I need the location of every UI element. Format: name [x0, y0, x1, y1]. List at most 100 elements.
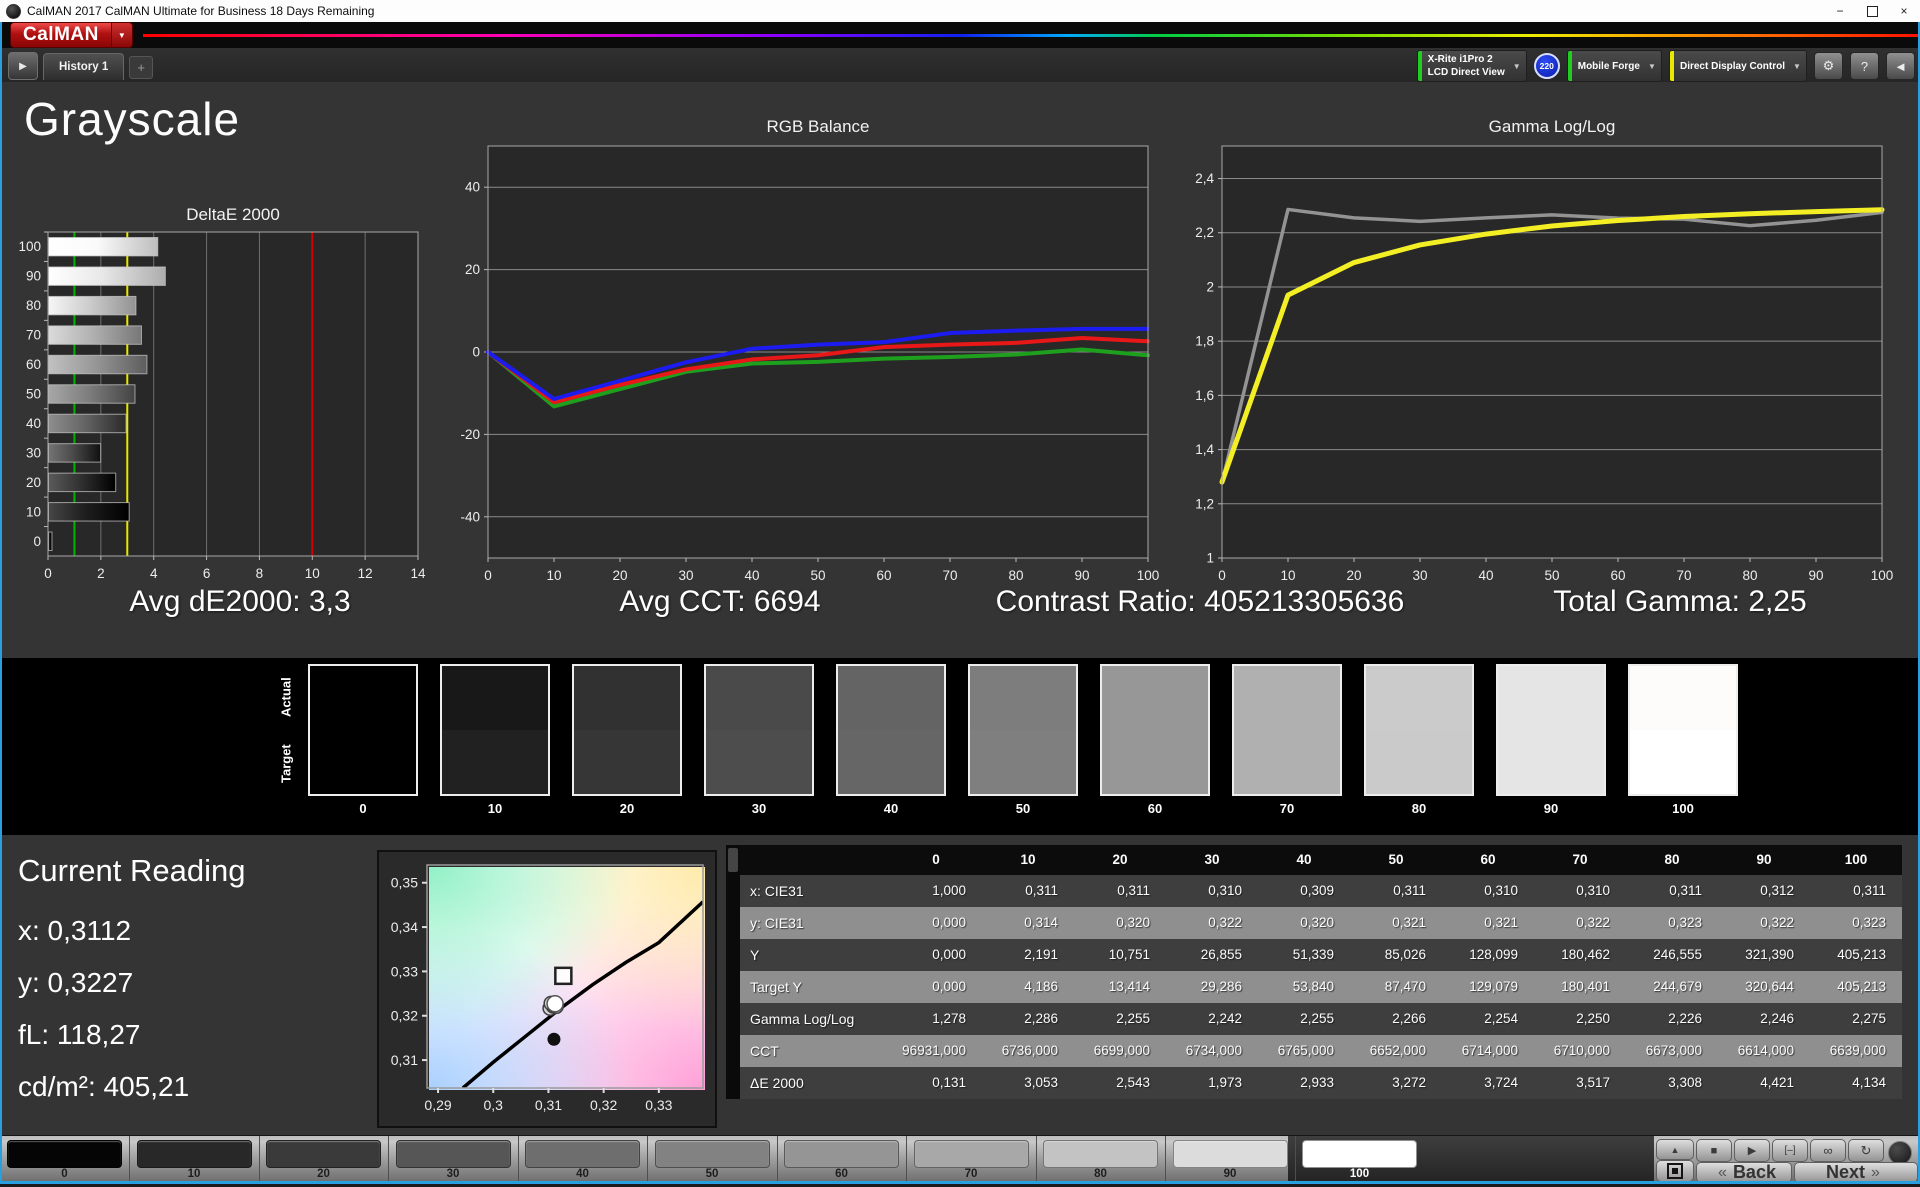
swatch-level-label: 80 — [1411, 801, 1427, 816]
actual-swatch — [838, 666, 944, 730]
table-cell: 321,390 — [1745, 947, 1794, 962]
next-button[interactable]: Next » — [1794, 1162, 1918, 1183]
cie-y-label: 0,34 — [391, 919, 418, 935]
source-dropdown[interactable]: Mobile Forge ▼ — [1566, 50, 1662, 82]
table-cell: 2,226 — [1668, 1011, 1702, 1026]
pattern-bar: 0 10 20 30 40 50 60 70 80 90 100 ▲ ■ ▶ [–] ∞ ↻ « B… — [0, 1135, 1920, 1183]
chevron-down-icon: ▼ — [1648, 61, 1656, 71]
pattern-cell-100[interactable]: 100 — [1295, 1136, 1424, 1182]
tab-history-1[interactable]: History 1 — [43, 53, 125, 80]
pattern-cell-90[interactable]: 90 — [1166, 1136, 1296, 1182]
close-icon: × — [1900, 4, 1908, 18]
table-cell: 51,339 — [1292, 947, 1334, 962]
pattern-level-label: 40 — [576, 1168, 589, 1180]
help-button[interactable]: ? — [1850, 52, 1879, 80]
pattern-cell-80[interactable]: 80 — [1036, 1136, 1166, 1182]
refresh-measure-button[interactable]: ↻ — [1848, 1139, 1884, 1162]
pattern-swatch — [654, 1140, 770, 1168]
window-edge-left — [0, 22, 2, 1181]
table-cell: 0,322 — [1208, 915, 1242, 930]
table-scroll-strip[interactable] — [726, 845, 740, 1099]
table-cell: 0,321 — [1484, 915, 1518, 930]
display-control-dropdown[interactable]: Direct Display Control ▼ — [1668, 50, 1807, 82]
workflow-nav-button[interactable]: ▶ — [8, 52, 38, 80]
maximize-button[interactable] — [1856, 0, 1888, 22]
swatch-box — [572, 664, 682, 796]
table-cell: 3,053 — [1024, 1075, 1058, 1090]
swatch-box — [1364, 664, 1474, 796]
pattern-cell-20[interactable]: 20 — [259, 1136, 389, 1182]
swatch-box — [1100, 664, 1210, 796]
table-cell: 3,724 — [1484, 1075, 1518, 1090]
collapse-panel-button[interactable]: ◄ — [1886, 52, 1915, 80]
table-scroll-handle[interactable] — [728, 848, 738, 872]
deltae-bar-80 — [48, 295, 137, 316]
pattern-cell-10[interactable]: 10 — [130, 1136, 260, 1182]
cie-x-label: 0,33 — [645, 1097, 672, 1113]
current-reading-line-0: x: 0,3112 — [18, 915, 131, 947]
table-cell: 0,000 — [932, 947, 966, 962]
pattern-cell-30[interactable]: 30 — [389, 1136, 519, 1182]
table-grid: 0 10 20 30 40 50 60 70 80 90 100 x: CIE31 1,000 0,311… — [740, 845, 1902, 1099]
swatch-level-label: 30 — [751, 801, 767, 816]
pattern-cell-50[interactable]: 50 — [648, 1136, 778, 1182]
column-header-50: 50 — [1350, 845, 1442, 875]
table-cell: 0,310 — [1576, 883, 1610, 898]
pattern-swatch — [784, 1140, 899, 1168]
pattern-cell-0[interactable]: 0 — [0, 1136, 130, 1182]
column-header-80: 80 — [1626, 845, 1718, 875]
pattern-cell-60[interactable]: 60 — [777, 1136, 907, 1182]
target-swatch — [1234, 730, 1340, 794]
calman-logo-menu[interactable]: CalMAN ▼ — [10, 22, 133, 48]
back-button[interactable]: « Back — [1696, 1162, 1792, 1183]
table-cell: 4,134 — [1852, 1075, 1886, 1090]
column-header-90: 90 — [1718, 845, 1810, 875]
continuous-measure-button[interactable]: ∞ — [1810, 1139, 1846, 1162]
add-tab-button[interactable]: + — [129, 56, 154, 79]
y-axis-label: 20 — [465, 262, 480, 277]
column-header-100: 100 — [1810, 845, 1902, 875]
meter-count-badge[interactable]: 220 — [1533, 53, 1560, 79]
table-cell: 0,323 — [1668, 915, 1702, 930]
pattern-cell-40[interactable]: 40 — [518, 1136, 648, 1182]
pattern-cell-70[interactable]: 70 — [907, 1136, 1037, 1182]
pattern-panel-up-button[interactable]: ▲ — [1656, 1139, 1694, 1160]
close-button[interactable]: × — [1888, 0, 1920, 22]
stop-measure-button[interactable]: ■ — [1696, 1139, 1732, 1162]
chart-gamma-svg: Gamma Log/Log 2,4 2,2 2 1,8 1,6 1,4 1,2 10 10 20 30… — [1195, 117, 1893, 583]
grayscale-swatch-100: 100 — [1628, 664, 1738, 816]
table-row: y: CIE31 0,000 0,314 0,320 0,322 0,320 0,321 0,… — [740, 907, 1902, 939]
deltae-bar-50 — [48, 384, 136, 404]
table-cell: 29,286 — [1200, 979, 1242, 994]
swatch-box — [1496, 664, 1606, 796]
rainbow-gradient-bar — [142, 33, 1920, 37]
table-row: Gamma Log/Log 1,278 2,286 2,255 2,242 2,255 2,… — [740, 1003, 1902, 1035]
current-reading-line-2: fL: 118,27 — [18, 1019, 140, 1051]
table-cell: 180,401 — [1561, 979, 1610, 994]
brand-bar: CalMAN ▼ — [0, 22, 1920, 48]
square-in-square-icon — [1667, 1163, 1683, 1179]
table-row: Y 0,000 2,191 10,751 26,855 51,339 85,026 128,0… — [740, 939, 1902, 971]
table-cell: 0,311 — [1393, 883, 1426, 898]
y-axis-label: 40 — [26, 416, 41, 431]
meter-dropdown[interactable]: X-Rite i1Pro 2 LCD Direct View ▼ — [1416, 50, 1527, 82]
logo-dropdown-button[interactable]: ▼ — [110, 22, 133, 48]
summary-item-0: Avg dE2000: 3,3 — [0, 585, 480, 641]
y-axis-label: 80 — [26, 298, 41, 313]
cie-y-label: 0,35 — [391, 875, 418, 891]
pattern-window-button[interactable] — [1656, 1160, 1694, 1182]
black-measurement-point — [547, 1032, 561, 1046]
current-reading-title: Current Reading — [18, 853, 246, 888]
settings-button[interactable]: ⚙ — [1814, 52, 1843, 80]
single-measure-button[interactable]: [–] — [1772, 1139, 1808, 1162]
table-cell: 6614,000 — [1737, 1043, 1794, 1058]
pattern-level-label: 20 — [317, 1168, 330, 1180]
deltae-chart-svg: DeltaE 200010090807060504030201000 2 4 6 8 10… — [18, 205, 426, 581]
target-swatch — [970, 730, 1076, 794]
table-cell: 2,286 — [1024, 1011, 1058, 1026]
grayscale-swatch-20: 20 — [572, 664, 682, 816]
summary-value: 6694 — [745, 585, 821, 618]
start-measure-button[interactable]: ▶ — [1734, 1139, 1770, 1162]
cie-y-label: 0,32 — [391, 1008, 418, 1024]
minimize-button[interactable]: − — [1824, 0, 1856, 22]
